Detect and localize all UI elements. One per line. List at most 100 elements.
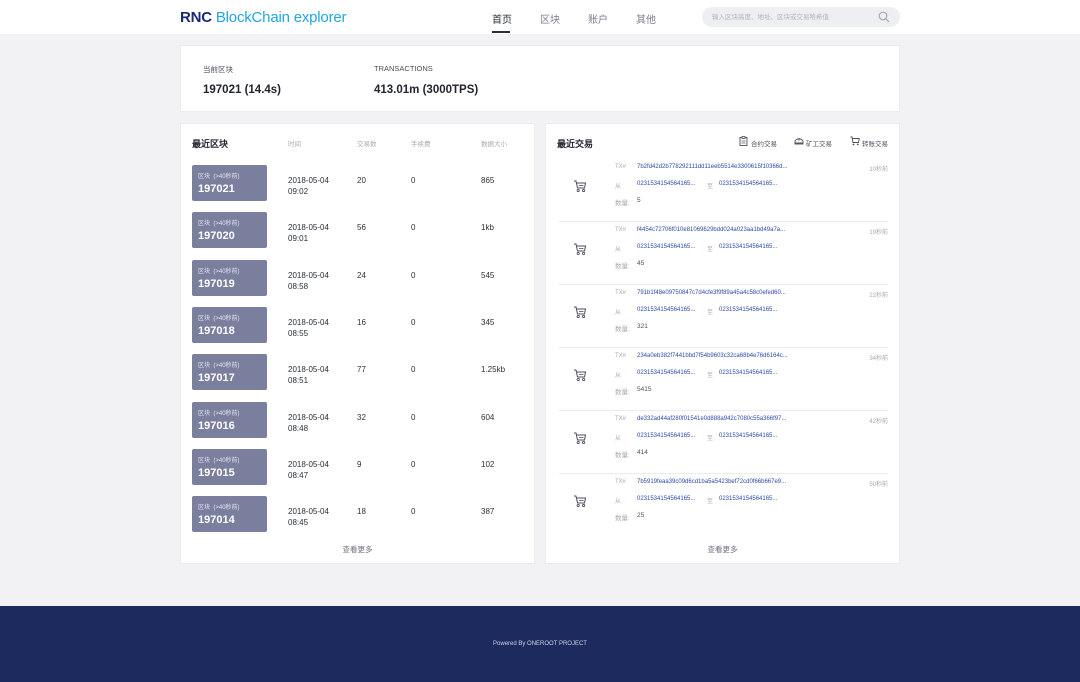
block-time: 08:47 xyxy=(288,471,309,480)
tx-from-link[interactable]: 0231534154564165... xyxy=(637,370,695,376)
block-size: 387 xyxy=(481,507,495,516)
tx-row[interactable]: TX# 791b1f48e09750847c7d4cfe3f9f89a45a4c5… xyxy=(559,285,888,348)
blocks-view-more-link[interactable]: 查看更多 xyxy=(181,544,534,555)
block-tx-count: 18 xyxy=(357,507,366,516)
nav-accounts[interactable]: 账户 xyxy=(588,11,608,26)
block-badge[interactable]: 区块 (>40秒前) 197014 xyxy=(192,496,267,532)
block-row[interactable]: 区块 (>40秒前) 197014 2018-05-04 08:45 18 0 387 xyxy=(181,496,536,543)
tx-to-link[interactable]: 0231534154564165... xyxy=(719,307,777,313)
tx-qty: 414 xyxy=(637,449,648,456)
block-badge-label: 区块 (>40秒前) xyxy=(198,458,240,464)
tx-hash-link[interactable]: 791b1f48e09750847c7d4cfe3f9f89a45a4c58c0… xyxy=(637,290,786,296)
tx-hash-link[interactable]: f4454c72706f010e81069629bdd024a023aa1bd4… xyxy=(637,227,785,233)
footer-credit: Powered By ONEROOT PROJECT xyxy=(493,641,587,647)
tx-to-label: 至 xyxy=(707,373,714,379)
tx-from-label: 从 xyxy=(615,373,622,379)
tx-from-link[interactable]: 0231534154564165... xyxy=(637,244,695,250)
tx-to-link[interactable]: 0231534154564165... xyxy=(719,370,777,376)
block-size: 545 xyxy=(481,271,495,280)
tx-hash-link[interactable]: 7b5919feaa39c09d6cd1ba5a5423bef72cd0f66b… xyxy=(637,479,786,485)
search-box xyxy=(702,7,900,27)
tx-qty: 25 xyxy=(637,512,645,519)
block-height: 197021 xyxy=(198,183,235,195)
block-fee: 0 xyxy=(411,507,416,516)
block-size: 102 xyxy=(481,460,495,469)
block-row[interactable]: 区块 (>40秒前) 197018 2018-05-04 08:55 16 0 345 xyxy=(181,307,536,354)
search-input[interactable] xyxy=(712,10,872,24)
block-tx-count: 32 xyxy=(357,413,366,422)
tx-from-link[interactable]: 0231534154564165... xyxy=(637,433,695,439)
tx-from-link[interactable]: 0231534154564165... xyxy=(637,307,695,313)
block-badge[interactable]: 区块 (>40秒前) 197020 xyxy=(192,212,267,248)
block-row[interactable]: 区块 (>40秒前) 197015 2018-05-04 08:47 9 0 102 xyxy=(181,449,536,496)
tx-hash-label: TX# xyxy=(615,353,627,359)
current-block-value: 197021 (14.4s) xyxy=(203,84,282,96)
block-tx-count: 16 xyxy=(357,318,366,327)
miner-tx-label: 矿工交易 xyxy=(806,141,832,148)
block-height: 197020 xyxy=(198,230,235,242)
block-tx-count: 24 xyxy=(357,271,366,280)
tx-time: 42秒前 xyxy=(869,419,888,425)
block-badge[interactable]: 区块 (>40秒前) 197021 xyxy=(192,165,267,201)
nav-blocks[interactable]: 区块 xyxy=(540,11,560,26)
tx-row[interactable]: TX# 234a0eb382f7441bbd7f54b9603c32ca68b4e… xyxy=(559,348,888,411)
block-fee: 0 xyxy=(411,271,416,280)
tx-from-label: 从 xyxy=(615,499,622,505)
tx-hash-link[interactable]: de332ad44af280f01541e0d888a942c7080c55a3… xyxy=(637,416,786,422)
col-tx-count: 交易数 xyxy=(357,141,377,148)
nav-home[interactable]: 首页 xyxy=(492,11,512,26)
block-row[interactable]: 区块 (>40秒前) 197020 2018-05-04 09:01 56 0 1kb xyxy=(181,212,536,259)
block-height: 197017 xyxy=(198,372,235,384)
tx-time: 10秒前 xyxy=(869,167,888,173)
tx-from-link[interactable]: 0231534154564165... xyxy=(637,181,695,187)
tx-qty-label: 数量: xyxy=(615,263,630,270)
block-badge-label: 区块 (>40秒前) xyxy=(198,363,240,369)
block-height: 197014 xyxy=(198,514,235,526)
tx-qty-label: 数量: xyxy=(615,452,630,459)
nav-other[interactable]: 其他 xyxy=(636,11,656,26)
block-time: 09:01 xyxy=(288,234,309,243)
tx-hash-link[interactable]: 234a0eb382f7441bbd7f54b9603c32ca68b4e76d… xyxy=(637,353,788,359)
tx-to-link[interactable]: 0231534154564165... xyxy=(719,181,777,187)
tx-to-link[interactable]: 0231534154564165... xyxy=(719,433,777,439)
block-badge[interactable]: 区块 (>40秒前) 197018 xyxy=(192,307,267,343)
block-row[interactable]: 区块 (>40秒前) 197016 2018-05-04 08:48 32 0 604 xyxy=(181,402,536,449)
block-badge[interactable]: 区块 (>40秒前) 197015 xyxy=(192,449,267,485)
block-row[interactable]: 区块 (>40秒前) 197017 2018-05-04 08:51 77 0 1.25kb xyxy=(181,354,536,401)
block-fee: 0 xyxy=(411,318,416,327)
block-date: 2018-05-04 xyxy=(288,176,329,185)
cart-icon xyxy=(574,180,587,193)
tx-time: 19秒前 xyxy=(869,230,888,236)
tx-to-link[interactable]: 0231534154564165... xyxy=(719,244,777,250)
tx-view-more-link[interactable]: 查看更多 xyxy=(546,544,899,555)
tx-qty-label: 数量: xyxy=(615,326,630,333)
tx-row[interactable]: TX# 7b2fd42d2b778292111dd11eeb5514e330061… xyxy=(559,159,888,222)
tx-row[interactable]: TX# 7b5919feaa39c09d6cd1ba5a5423bef72cd0f… xyxy=(559,474,888,537)
block-badge[interactable]: 区块 (>40秒前) 197017 xyxy=(192,354,267,390)
block-height: 197018 xyxy=(198,325,235,337)
tx-qty: 5415 xyxy=(637,386,652,393)
logo-rest: BlockChain explorer xyxy=(211,9,347,26)
block-badge[interactable]: 区块 (>40秒前) 197019 xyxy=(192,260,267,296)
tx-hash-link[interactable]: 7b2fd42d2b778292111dd11eeb5514e3300615f1… xyxy=(637,164,788,170)
block-size: 1kb xyxy=(481,223,494,232)
transactions-value: 413.01m (3000TPS) xyxy=(374,84,479,96)
block-time: 08:55 xyxy=(288,329,309,338)
search-icon[interactable] xyxy=(878,11,890,23)
block-fee: 0 xyxy=(411,176,416,185)
block-badge[interactable]: 区块 (>40秒前) 197016 xyxy=(192,402,267,438)
tx-qty-label: 数量: xyxy=(615,389,630,396)
tx-hash-label: TX# xyxy=(615,290,627,296)
block-size: 865 xyxy=(481,176,495,185)
cart-icon xyxy=(574,369,587,382)
block-time: 08:51 xyxy=(288,376,309,385)
tx-to-link[interactable]: 0231534154564165... xyxy=(719,496,777,502)
tx-from-link[interactable]: 0231534154564165... xyxy=(637,496,695,502)
tx-row[interactable]: TX# de332ad44af280f01541e0d888a942c7080c5… xyxy=(559,411,888,474)
block-height: 197019 xyxy=(198,278,235,290)
tx-to-label: 至 xyxy=(707,499,714,505)
block-row[interactable]: 区块 (>40秒前) 197021 2018-05-04 09:02 20 0 865 xyxy=(181,165,536,212)
tx-row[interactable]: TX# f4454c72706f010e81069629bdd024a023aa1… xyxy=(559,222,888,285)
site-logo[interactable]: RNC BlockChain explorer xyxy=(180,9,347,26)
block-row[interactable]: 区块 (>40秒前) 197019 2018-05-04 08:58 24 0 545 xyxy=(181,260,536,307)
